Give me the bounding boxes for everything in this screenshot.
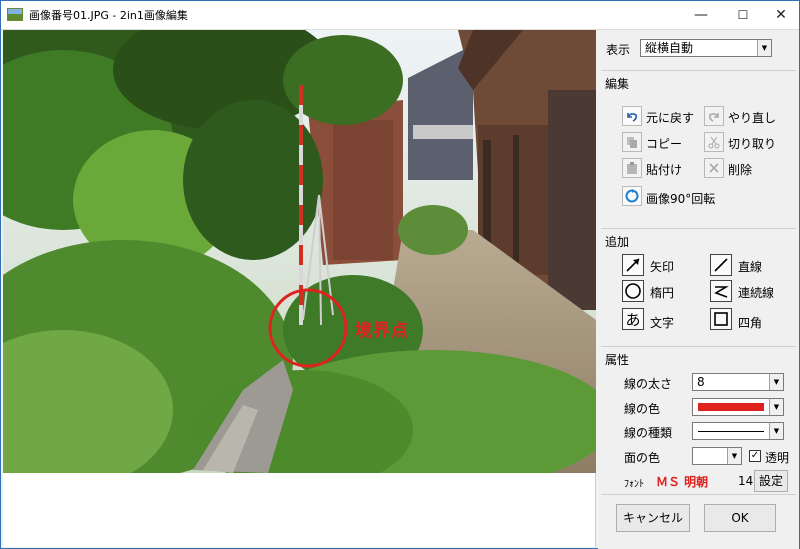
cut-button[interactable] [704,132,724,152]
line-color-select[interactable]: ▼ [692,398,784,416]
cut-label[interactable]: 切り取り [728,135,776,152]
arrow-icon [626,258,640,272]
chevron-down-icon: ▼ [757,40,771,56]
paste-button[interactable] [622,158,642,178]
window-title: 画像番号01.JPG - 2in1画像編集 [29,9,188,22]
paste-icon [627,162,637,174]
props-group-title: 属性 [605,353,630,367]
ellipse-icon [625,283,641,299]
chevron-down-icon: ▼ [769,399,783,415]
line-tool-label[interactable]: 直線 [738,258,762,275]
edit-group-title: 編集 [605,77,630,91]
arrow-tool-button[interactable] [622,254,644,276]
display-label: 表示 [606,43,631,57]
display-select[interactable]: 縦横自動 ▼ [640,39,772,57]
line-tool-button[interactable] [710,254,732,276]
line-type-label: 線の種類 [624,426,673,440]
app-window: 画像番号01.JPG - 2in1画像編集 — ☐ ✕ 境界点 表示 縦横自動 … [0,0,800,549]
line-width-select[interactable]: 8 ▼ [692,373,784,391]
font-name: ＭＳ 明朝 [656,475,709,489]
polyline-tool-label[interactable]: 連続線 [738,284,774,301]
undo-icon [627,113,637,122]
delete-button[interactable] [704,158,724,178]
rect-tool-label[interactable]: 四角 [738,314,762,331]
redo-button[interactable] [704,106,724,126]
app-icon [7,8,23,21]
polyline-icon [714,286,729,298]
image-canvas[interactable]: 境界点 [3,30,596,547]
delete-label[interactable]: 削除 [728,161,752,178]
delete-x-icon [709,163,719,173]
undo-label[interactable]: 元に戻す [646,109,694,126]
text-glyph-icon: あ [625,310,641,329]
close-button[interactable]: ✕ [761,1,800,29]
copy-icon [627,137,637,148]
font-label: ﾌｫﾝﾄ [624,479,644,490]
title-bar: 画像番号01.JPG - 2in1画像編集 — ☐ ✕ [1,1,799,29]
ok-button[interactable]: OK [704,504,776,532]
undo-button[interactable] [622,106,642,126]
font-set-button[interactable]: 設定 [754,470,788,492]
fill-color-select[interactable]: ▼ [692,447,742,465]
line-color-label: 線の色 [624,402,661,416]
line-icon [714,258,728,272]
font-size: 14 [738,474,754,488]
photo-image[interactable]: 境界点 [3,30,596,473]
paste-label[interactable]: 貼付け [646,161,682,178]
chevron-down-icon: ▼ [727,448,741,464]
scissors-icon [708,136,720,149]
line-width-value: 8 [697,375,705,389]
fill-color-label: 面の色 [624,451,661,465]
line-type-select[interactable]: ▼ [692,422,784,440]
chevron-down-icon: ▼ [769,374,783,390]
line-width-label: 線の太さ [624,377,673,391]
solid-line-icon [698,431,764,432]
transparent-label: 透明 [765,451,790,465]
rotate-button[interactable] [622,186,642,206]
rotate-icon [625,189,639,203]
polyline-tool-button[interactable] [710,280,732,302]
display-value: 縦横自動 [645,41,694,55]
chevron-down-icon: ▼ [769,423,783,439]
cancel-button[interactable]: キャンセル [616,504,690,532]
line-color-swatch [698,403,764,411]
copy-button[interactable] [622,132,642,152]
arrow-tool-label[interactable]: 矢印 [650,258,674,275]
redo-label[interactable]: やり直し [728,109,776,126]
text-tool-button[interactable]: あ [622,308,644,330]
annotation-label[interactable]: 境界点 [355,316,409,341]
text-tool-label[interactable]: 文字 [650,314,674,331]
client-area: 境界点 表示 縦横自動 ▼ 編集 元に戻す やり直し コピー 切り取り 貼付け … [1,29,799,549]
maximize-button[interactable]: ☐ [723,1,763,29]
redo-icon [709,113,719,122]
rect-tool-button[interactable] [710,308,732,330]
ellipse-tool-button[interactable] [622,280,644,302]
add-group-title: 追加 [605,235,630,249]
tool-panel: 表示 縦横自動 ▼ 編集 元に戻す やり直し コピー 切り取り 貼付け 削除 画… [598,30,799,549]
copy-label[interactable]: コピー [646,135,682,152]
transparent-checkbox[interactable]: ✓ [749,450,761,462]
rotate-label[interactable]: 画像90°回転 [646,190,715,207]
ellipse-tool-label[interactable]: 楕円 [650,284,674,301]
rectangle-icon [714,312,728,326]
minimize-button[interactable]: — [681,1,721,29]
